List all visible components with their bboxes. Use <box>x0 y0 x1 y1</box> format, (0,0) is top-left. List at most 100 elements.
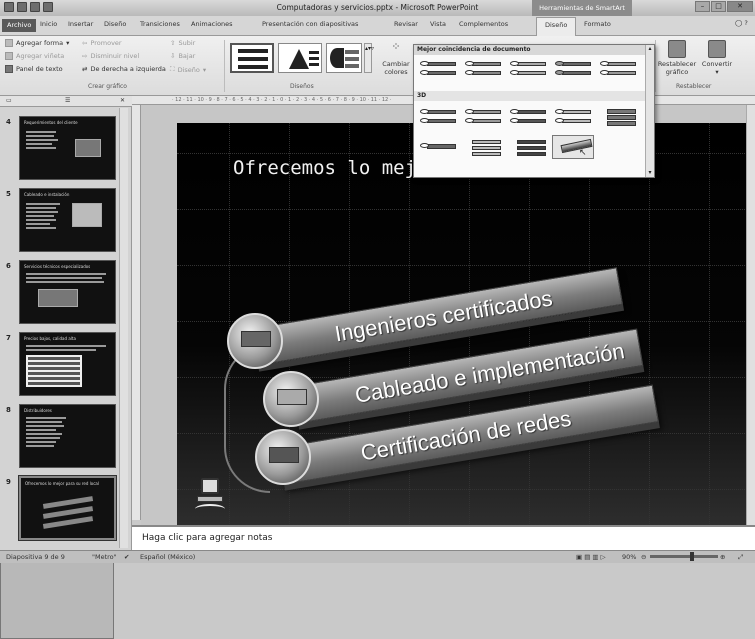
move-up-icon: ⇧ <box>170 39 176 47</box>
mouse-pointer-icon: ↖ <box>579 148 587 158</box>
tab-animations[interactable]: Animaciones <box>191 20 233 28</box>
panel-close-icon[interactable]: ✕ <box>120 97 125 106</box>
move-down-button[interactable]: ⇩ Bajar <box>170 52 195 60</box>
style-thumb[interactable] <box>509 59 547 79</box>
panel-scrollbar[interactable] <box>119 108 128 548</box>
add-bullet-button[interactable]: Agregar viñeta <box>5 52 64 60</box>
convert-button[interactable]: Convertir ▾ <box>699 40 735 76</box>
style-thumb[interactable] <box>464 137 502 157</box>
thumbnail-image <box>75 139 101 157</box>
reset-graphic-icon <box>668 40 686 58</box>
network-photo-icon <box>277 389 307 405</box>
thumbnail-table <box>26 355 82 387</box>
tab-slideshow[interactable]: Presentación con diapositivas <box>262 20 358 28</box>
ribbon-separator <box>655 40 656 92</box>
group-layouts: Diseños <box>290 83 314 90</box>
swap-icon: ⇄ <box>82 65 88 73</box>
add-shape-button[interactable]: Agregar forma ▾ <box>5 39 69 47</box>
view-buttons[interactable]: ▣ ▤ ▥ ▷ <box>576 553 606 561</box>
group-create-graphic: Crear gráfico <box>88 83 127 90</box>
gallery-scrollbar[interactable]: ▴ ▾ <box>645 45 654 177</box>
vertical-scrollbar[interactable] <box>746 105 755 525</box>
smartart-picture[interactable] <box>255 429 311 485</box>
arrow-left-icon: ⇦ <box>82 39 88 47</box>
smartart-text[interactable]: Ingenieros certificados <box>333 285 554 347</box>
tab-review[interactable]: Revisar <box>394 20 418 28</box>
slide-canvas[interactable]: Ofrecemos lo mejor para su red local Ing… <box>177 123 755 525</box>
close-icon[interactable]: ✕ <box>727 1 753 12</box>
tab-smartart-design[interactable]: Diseño <box>536 17 577 36</box>
smartart-picture[interactable] <box>227 313 283 369</box>
add-shape-icon <box>5 39 13 47</box>
layout-thumb-arrows[interactable] <box>326 43 362 73</box>
tab-outline[interactable]: ☰ <box>65 97 70 106</box>
zoom-slider-thumb[interactable] <box>690 552 694 561</box>
style-thumb[interactable] <box>509 107 547 127</box>
tab-view[interactable]: Vista <box>430 20 446 28</box>
arrow-right-icon: ⇨ <box>82 52 88 60</box>
style-thumb[interactable] <box>419 137 457 157</box>
layout-thumb-selected[interactable] <box>230 43 274 73</box>
style-thumb[interactable] <box>554 107 592 127</box>
tab-home[interactable]: Inicio <box>40 20 57 28</box>
change-colors-button[interactable]: ⁘ Cambiar colores <box>381 40 411 76</box>
text-pane-button[interactable]: Panel de texto <box>5 65 63 73</box>
scroll-up-icon[interactable]: ▴ <box>646 45 654 52</box>
theme-name: "Metro" <box>92 553 117 561</box>
smartart-text[interactable]: Certificación de redes <box>359 406 573 467</box>
style-thumb[interactable] <box>419 59 457 79</box>
move-up-button[interactable]: ⇧ Subir <box>170 39 195 47</box>
tab-slides[interactable]: ▭ <box>6 97 12 106</box>
zoom-in-icon[interactable]: ⊕ <box>720 553 725 561</box>
layout-thumb-pyramid[interactable] <box>278 43 322 73</box>
slides-panel: ▭ ☰ ✕ 4 Requerimientos del cliente 5 Cab… <box>0 96 132 639</box>
demote-button[interactable]: ⇨ Disminuir nivel <box>82 52 139 60</box>
tab-insert[interactable]: Insertar <box>68 20 93 28</box>
zoom-out-icon[interactable]: ⊖ <box>641 553 646 561</box>
style-thumb[interactable] <box>419 107 457 127</box>
status-bar: Diapositiva 9 de 9 "Metro" ✔ Español (Mé… <box>0 550 755 563</box>
tab-design[interactable]: Diseño <box>104 20 126 28</box>
promote-button[interactable]: ⇦ Promover <box>82 39 122 47</box>
thumbnail-image <box>38 289 78 307</box>
spellcheck-icon[interactable]: ✔ <box>124 553 129 561</box>
gallery-section-best-match: Mejor coincidencia de documento <box>414 45 646 55</box>
layout-icon: ⛶ <box>170 65 175 73</box>
smartart-picture[interactable] <box>263 371 319 427</box>
thumbnail-image <box>72 203 102 227</box>
vertical-ruler[interactable] <box>132 105 141 520</box>
notes-placeholder: Haga clic para agregar notas <box>142 533 273 543</box>
fit-slide-icon[interactable]: ⤢ <box>738 553 743 562</box>
style-thumb[interactable] <box>464 59 502 79</box>
color-dots-icon: ⁘ <box>391 40 401 53</box>
right-to-left-button[interactable]: ⇄ De derecha a izquierda <box>82 65 166 73</box>
tab-transitions[interactable]: Transiciones <box>140 20 180 28</box>
style-thumb[interactable] <box>599 59 637 79</box>
smartart-tools-header: Herramientas de SmartArt <box>532 0 632 16</box>
minimize-icon[interactable]: – <box>695 1 710 12</box>
language-indicator[interactable]: Español (México) <box>140 553 195 561</box>
move-down-icon: ⇩ <box>170 52 176 60</box>
style-thumb[interactable] <box>599 107 637 127</box>
tab-file[interactable]: Archivo <box>2 19 37 32</box>
selected-slide-highlight <box>0 561 114 639</box>
company-logo-icon <box>195 478 225 516</box>
convert-icon <box>708 40 726 58</box>
scroll-down-icon[interactable]: ▾ <box>646 169 654 176</box>
tab-smartart-format[interactable]: Formato <box>584 20 611 28</box>
tab-addins[interactable]: Complementos <box>459 20 508 28</box>
style-thumb[interactable] <box>464 107 502 127</box>
maximize-icon[interactable]: □ <box>711 1 726 12</box>
ribbon-separator <box>224 40 225 92</box>
layout-button[interactable]: ⛶ Diseño ▾ <box>170 65 206 74</box>
layouts-more-button[interactable]: ▴▾▿ <box>364 43 374 73</box>
zoom-level[interactable]: 90% <box>622 553 636 561</box>
help-icon[interactable]: ◯ ? <box>735 19 748 27</box>
zoom-slider[interactable] <box>650 552 718 561</box>
style-thumb-selected[interactable]: ↖ <box>552 135 594 159</box>
network-photo-icon <box>269 447 299 463</box>
style-thumb[interactable] <box>509 137 547 157</box>
notes-pane[interactable]: Haga clic para agregar notas <box>132 525 755 550</box>
style-thumb[interactable] <box>554 59 592 79</box>
reset-graphic-button[interactable]: Restablecer gráfico <box>657 40 697 76</box>
